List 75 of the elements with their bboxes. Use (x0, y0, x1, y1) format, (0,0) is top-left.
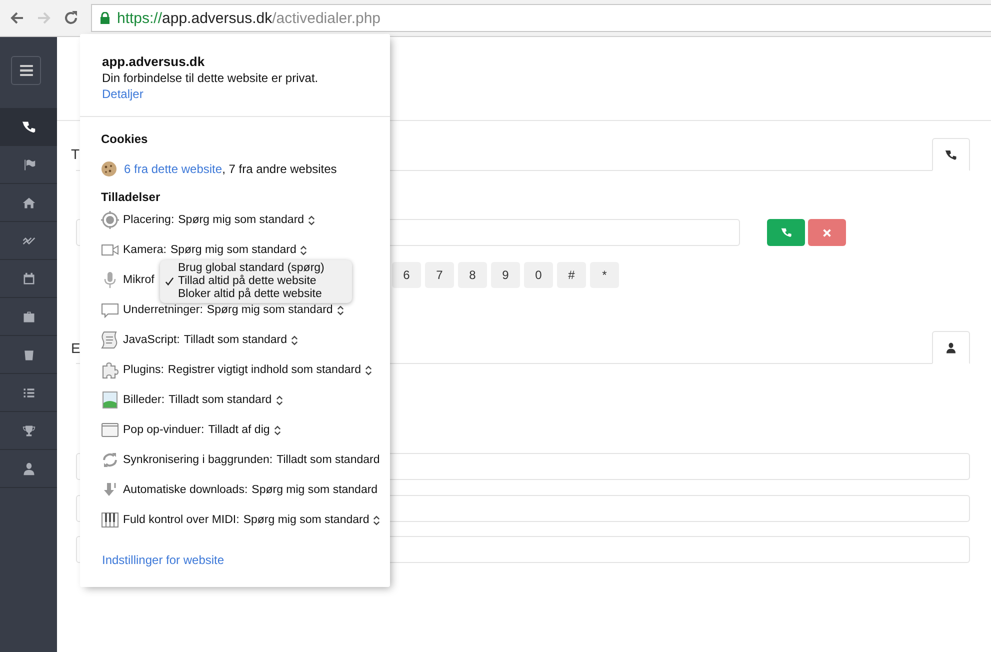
cookie-icon (101, 161, 117, 177)
permissions-heading: Tilladelser (101, 189, 162, 205)
tab[interactable] (932, 138, 970, 171)
menu-button[interactable] (11, 56, 41, 85)
section-heading: E (71, 340, 80, 356)
lock-icon (100, 12, 110, 24)
permission-select[interactable]: Tilladt som standard (276, 454, 380, 466)
cancel-button[interactable] (808, 219, 846, 246)
permission-select[interactable]: Spørg mig som standard (252, 484, 378, 496)
keypad-key[interactable]: 9 (491, 262, 520, 288)
permission-select[interactable]: Spørg mig som standard (206, 304, 333, 316)
permission-label: JavaScript: (123, 334, 180, 346)
permission-select[interactable]: Tilladt som standard (184, 334, 288, 346)
keypad-key[interactable]: 6 (392, 262, 421, 288)
permission-label: Pop op-vinduer: (123, 424, 204, 436)
bag-icon (22, 348, 36, 362)
sync-icon (101, 451, 119, 469)
cookies-heading: Cookies (101, 131, 149, 147)
menu-option[interactable]: Bloker altid på dette website (160, 288, 352, 301)
trophy-icon (22, 424, 36, 438)
permission-label: Automatiske downloads: (123, 484, 248, 496)
permission-label: Fuld kontrol over MIDI: (123, 514, 240, 526)
user-icon (22, 462, 36, 476)
permission-label: Synkronisering i baggrunden: (123, 454, 273, 466)
cookies-link[interactable]: 6 fra dette website (124, 162, 222, 176)
menu-icon (20, 65, 32, 76)
menu-option[interactable]: Tillad altid på dette website (160, 275, 352, 288)
script-icon (101, 331, 119, 349)
close-icon (823, 228, 831, 236)
permission-label: Placering: (123, 214, 174, 226)
site-name: app.adversus.dk (102, 54, 206, 70)
tab[interactable] (932, 331, 970, 364)
permission-select[interactable]: Spørg mig som standard (243, 514, 370, 526)
keypad-key[interactable]: * (590, 262, 619, 288)
details-link[interactable]: Detaljer (102, 87, 144, 101)
keypad-key[interactable]: 7 (425, 262, 454, 288)
calendar-icon (22, 272, 36, 286)
permission-label: Billeder: (123, 394, 165, 406)
back-icon[interactable] (9, 10, 25, 26)
permission-select[interactable]: Tilladt af dig (208, 424, 270, 436)
permission-select[interactable]: Spørg mig som standard (178, 214, 304, 226)
window-icon (101, 421, 119, 439)
permission-label: Kamera: (123, 244, 166, 256)
keypad-key[interactable]: 0 (524, 262, 553, 288)
phone-icon (780, 227, 792, 238)
permission-select[interactable]: Registrer vigtigt indhold som standard (168, 364, 361, 376)
menu-option[interactable]: Brug global standard (spørg) (160, 262, 352, 275)
site-settings-link[interactable]: Indstillinger for website (102, 553, 224, 567)
call-button[interactable] (767, 219, 805, 246)
keypad-key[interactable]: 8 (458, 262, 487, 288)
connection-text: Din forbindelse til dette website er privat. (102, 70, 320, 86)
chat-icon (101, 301, 119, 319)
permission-label: Mikrof (123, 274, 154, 286)
reload-icon[interactable] (63, 10, 79, 26)
phone-icon (22, 120, 36, 134)
keypad-key[interactable]: # (557, 262, 586, 288)
permission-label: Plugins: (123, 364, 164, 376)
user-icon (945, 342, 957, 354)
permission-select[interactable]: Tilladt som standard (168, 394, 272, 406)
flag-icon (22, 158, 36, 172)
address-bar[interactable]: https://app.adversus.dk/activedialer.php (91, 4, 991, 32)
permission-label: Underretninger: (123, 304, 203, 316)
puzzle-icon (101, 361, 119, 379)
sidebar-item[interactable] (0, 108, 57, 146)
list-icon (22, 386, 36, 400)
briefcase-icon (22, 310, 36, 324)
section-heading: T (71, 146, 80, 162)
phone-icon (945, 148, 957, 160)
cookies-text: 6 fra dette website, 7 fra andre websites (124, 162, 337, 176)
home-icon (22, 196, 36, 210)
midi-icon (101, 511, 119, 529)
permission-select[interactable]: Spørg mig som standard (170, 244, 296, 256)
url-text: https://app.adversus.dk/activedialer.php (117, 10, 381, 26)
image-icon (101, 391, 119, 409)
location-icon (101, 211, 119, 229)
